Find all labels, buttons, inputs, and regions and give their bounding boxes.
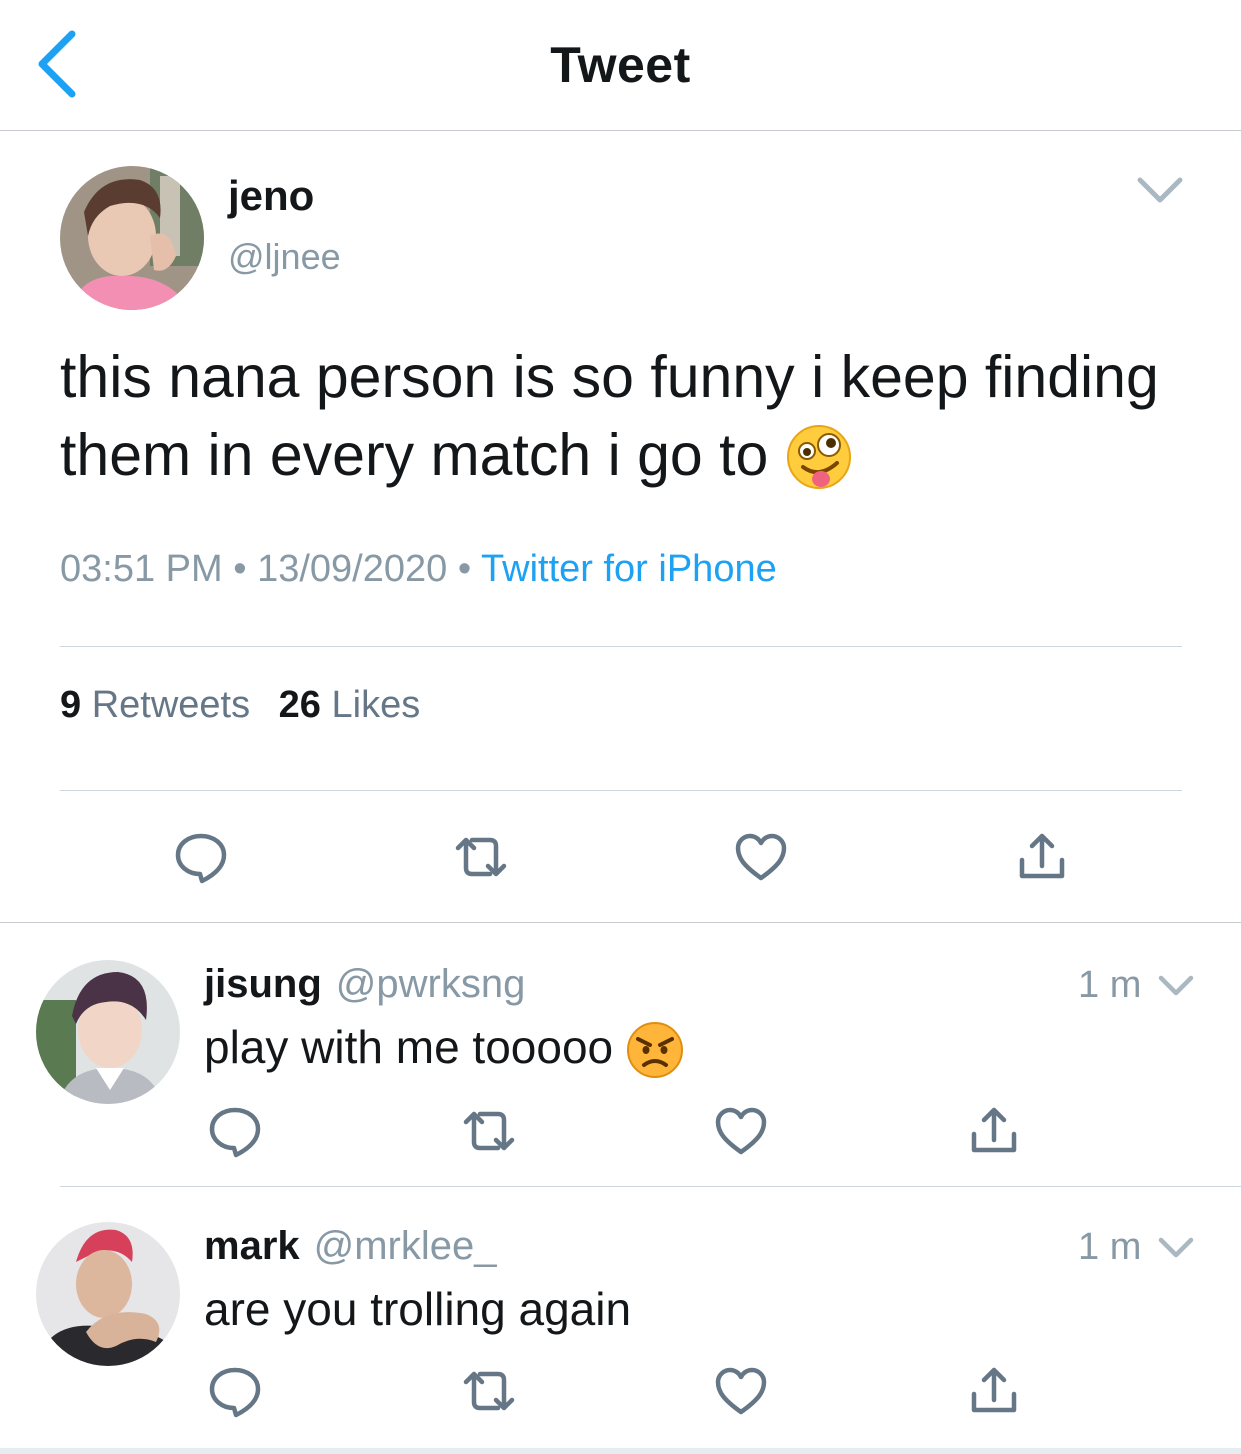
page-title: Tweet [550, 37, 691, 93]
share-icon [1019, 833, 1065, 879]
tweet-stats: 9 Retweets 26 Likes [60, 684, 420, 727]
heart-icon [735, 833, 787, 881]
reply-text: play with me tooooo [204, 1020, 684, 1080]
retweet-icon [463, 1111, 515, 1151]
zany-face-emoji [785, 420, 853, 498]
reply-button[interactable] [208, 1104, 262, 1163]
share-button[interactable] [970, 1104, 1018, 1161]
reply-button[interactable] [174, 830, 228, 889]
retweet-button[interactable] [460, 1106, 518, 1161]
share-icon [971, 1367, 1017, 1413]
author-name[interactable]: jeno [228, 172, 314, 220]
like-button[interactable] [714, 1106, 768, 1161]
reply-text: are you trolling again [204, 1283, 632, 1335]
avatar[interactable] [36, 960, 180, 1104]
divider [0, 1448, 1241, 1454]
reply-author-handle: @pwrksng [335, 962, 526, 1006]
angry-face-emoji [626, 1021, 684, 1080]
tweet-text: this nana person is so funny i keep find… [60, 338, 1180, 498]
tweet-meta: 03:51 PM • 13/09/2020 • Twitter for iPho… [60, 548, 777, 591]
reply-author[interactable]: jisung @pwrksng [204, 962, 525, 1007]
retweet-icon [455, 837, 507, 877]
likes-stat[interactable]: 26 Likes [279, 684, 421, 726]
reply-button[interactable] [208, 1364, 262, 1423]
like-button[interactable] [734, 832, 788, 887]
avatar[interactable] [60, 166, 204, 310]
reply-text-content: play with me tooooo [204, 1021, 614, 1073]
tweet-options-button[interactable] [1134, 170, 1186, 210]
retweets-label: Retweets [91, 684, 251, 726]
meta-separator: • [457, 548, 472, 590]
retweets-count: 9 [60, 684, 82, 726]
heart-icon [715, 1107, 767, 1155]
divider [0, 922, 1241, 923]
reply-author[interactable]: mark @mrklee_ [204, 1224, 497, 1269]
chevron-down-icon [1158, 975, 1194, 996]
reply-author-handle: @mrklee_ [313, 1224, 497, 1268]
heart-icon [715, 1367, 767, 1415]
reply-author-name: jisung [204, 962, 322, 1006]
header-bar: Tweet [0, 0, 1241, 131]
likes-label: Likes [331, 684, 421, 726]
divider [60, 1186, 1241, 1187]
author-handle[interactable]: @ljnee [228, 236, 341, 278]
retweets-stat[interactable]: 9 Retweets [60, 684, 250, 726]
reply-author-name: mark [204, 1224, 300, 1268]
share-button[interactable] [1018, 830, 1066, 887]
reply-timestamp: 1 m [1078, 964, 1142, 1006]
divider [60, 790, 1182, 791]
divider [60, 646, 1182, 647]
chevron-down-icon [1137, 177, 1183, 203]
share-icon [971, 1107, 1017, 1153]
like-button[interactable] [714, 1366, 768, 1421]
tweet-date: 13/09/2020 [257, 548, 448, 590]
tweet-time: 03:51 PM [60, 548, 223, 590]
reply-icon [175, 833, 227, 884]
retweet-button[interactable] [452, 832, 510, 887]
chevron-down-icon [1158, 1237, 1194, 1258]
likes-count: 26 [278, 684, 321, 726]
reply-options-button[interactable] [1156, 1232, 1196, 1269]
meta-separator: • [233, 548, 247, 590]
tweet-text-content: this nana person is so funny i keep find… [60, 344, 1159, 488]
retweet-icon [463, 1371, 515, 1411]
reply-icon [209, 1367, 261, 1418]
reply-options-button[interactable] [1156, 970, 1196, 1007]
reply-timestamp: 1 m [1078, 1226, 1142, 1268]
retweet-button[interactable] [460, 1366, 518, 1421]
share-button[interactable] [970, 1364, 1018, 1421]
tweet-detail-screen: Tweet jeno @ljnee this nana person is so… [0, 0, 1241, 1454]
reply-icon [209, 1107, 261, 1158]
tweet-source-link[interactable]: Twitter for iPhone [481, 548, 777, 590]
avatar[interactable] [36, 1222, 180, 1366]
